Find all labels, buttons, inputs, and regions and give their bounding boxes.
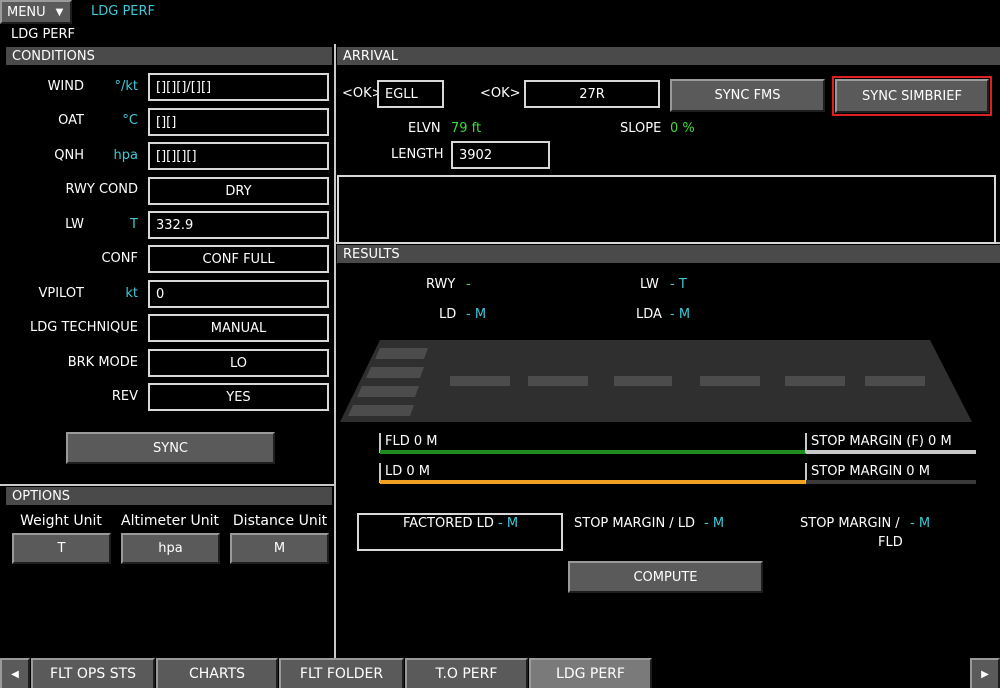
stop-margin-f-bar [806,450,976,454]
result-lda-label: LDA [636,307,662,322]
chevron-left-icon: ◀ [11,668,19,680]
wind-label: WIND [47,79,84,94]
wind-unit: °/kt [114,79,138,94]
stop-margin-fld-value: - M [910,516,931,531]
app-title: LDG PERF [91,4,156,19]
tab-ldg-perf[interactable]: LDG PERF [529,658,652,688]
options-divider [0,484,336,486]
vpilot-unit: kt [125,286,138,301]
runway-ok-label: <OK> [480,86,521,101]
conf-label: CONF [101,251,138,266]
sync-fms-button[interactable]: SYNC FMS [670,79,825,112]
ldg-technique-select[interactable]: MANUAL [148,314,329,342]
runway-graphic [340,340,972,422]
rev-select[interactable]: YES [148,383,329,411]
runway-field[interactable]: 27R [524,80,660,108]
tab-to-perf[interactable]: T.O PERF [405,658,528,688]
menu-label: MENU [7,4,46,20]
tab-scroll-right[interactable]: ▶ [970,658,1000,688]
distance-unit-label: Distance Unit [232,513,328,529]
stop-margin-f-text: STOP MARGIN (F) 0 M [811,434,952,449]
menu-button[interactable]: MENU ▼ [0,0,72,24]
ld-text: LD 0 M [385,464,431,479]
qnh-field[interactable]: [][][][] [148,142,329,170]
slope-value: 0 % [670,121,695,136]
oat-label: OAT [58,113,84,128]
chevron-down-icon: ▼ [55,6,64,18]
weight-unit-button[interactable]: T [12,533,111,564]
stop-margin-bar [806,480,976,484]
oat-field[interactable]: [][] [148,108,329,136]
lw-field[interactable]: 332.9 [148,211,329,239]
chevron-right-icon: ▶ [981,668,989,680]
rwy-cond-select[interactable]: DRY [148,177,329,205]
sync-simbrief-button[interactable]: SYNC SIMBRIEF [835,79,989,113]
result-ld-label: LD [439,307,457,322]
elvn-value: 79 ft [451,121,482,136]
weight-unit-label: Weight Unit [20,513,102,529]
altimeter-unit-label: Altimeter Unit [121,513,219,529]
conditions-header: CONDITIONS [6,47,332,65]
fld-bar [380,450,806,454]
fld-text: FLD 0 M [385,434,438,449]
slope-label: SLOPE [620,121,662,136]
tab-flt-ops-sts[interactable]: FLT OPS STS [31,658,155,688]
result-rwy-label: RWY [426,277,456,292]
lw-label: LW [65,217,84,232]
distance-unit-button[interactable]: M [230,533,329,564]
tab-scroll-left[interactable]: ◀ [0,658,30,688]
qnh-label: QNH [54,148,84,163]
result-rwy-value: - [466,277,471,292]
vpilot-label: VPILOT [38,286,84,301]
elvn-label: ELVN [408,121,441,136]
factored-ld-value: - M [498,516,519,531]
stop-margin-fld-label: STOP MARGIN / [800,516,900,531]
brk-mode-label: BRK MODE [67,355,138,370]
brk-mode-select[interactable]: LO [148,349,329,377]
rev-label: REV [111,389,138,404]
stop-margin-ld-value: - M [704,516,725,531]
factored-ld-label: FACTORED LD [403,516,494,531]
options-header: OPTIONS [6,487,332,505]
tab-flt-folder[interactable]: FLT FOLDER [279,658,404,688]
qnh-unit: hpa [113,148,138,163]
length-label: LENGTH [391,147,444,162]
arrival-header: ARRIVAL [337,47,1000,65]
arrival-info-box [337,175,996,244]
tab-charts[interactable]: CHARTS [156,658,278,688]
result-lw-value: - T [670,277,687,292]
altimeter-unit-button[interactable]: hpa [121,533,220,564]
length-field[interactable]: 3902 [451,141,550,169]
result-lw-label: LW [640,277,659,292]
vertical-divider [334,44,336,658]
vpilot-field[interactable]: 0 [148,280,329,308]
conf-select[interactable]: CONF FULL [148,245,329,273]
stop-margin-text: STOP MARGIN 0 M [811,464,930,479]
ld-bar [380,480,806,484]
stop-margin-ld-label: STOP MARGIN / LD [574,516,696,531]
airport-field[interactable]: EGLL [377,80,444,108]
stop-margin-fld-label-2: FLD [878,535,903,550]
page-subtitle: LDG PERF [11,27,76,42]
compute-button[interactable]: COMPUTE [568,561,763,593]
result-lda-value: - M [670,307,691,322]
rwy-cond-label: RWY COND [65,182,138,197]
ldg-technique-label: LDG TECHNIQUE [30,320,138,335]
lw-unit: T [130,217,138,232]
wind-field[interactable]: [][][]/[][] [148,73,329,101]
results-header: RESULTS [337,245,1000,263]
oat-unit: °C [122,113,138,128]
result-ld-value: - M [466,307,487,322]
sync-button[interactable]: SYNC [66,432,275,464]
